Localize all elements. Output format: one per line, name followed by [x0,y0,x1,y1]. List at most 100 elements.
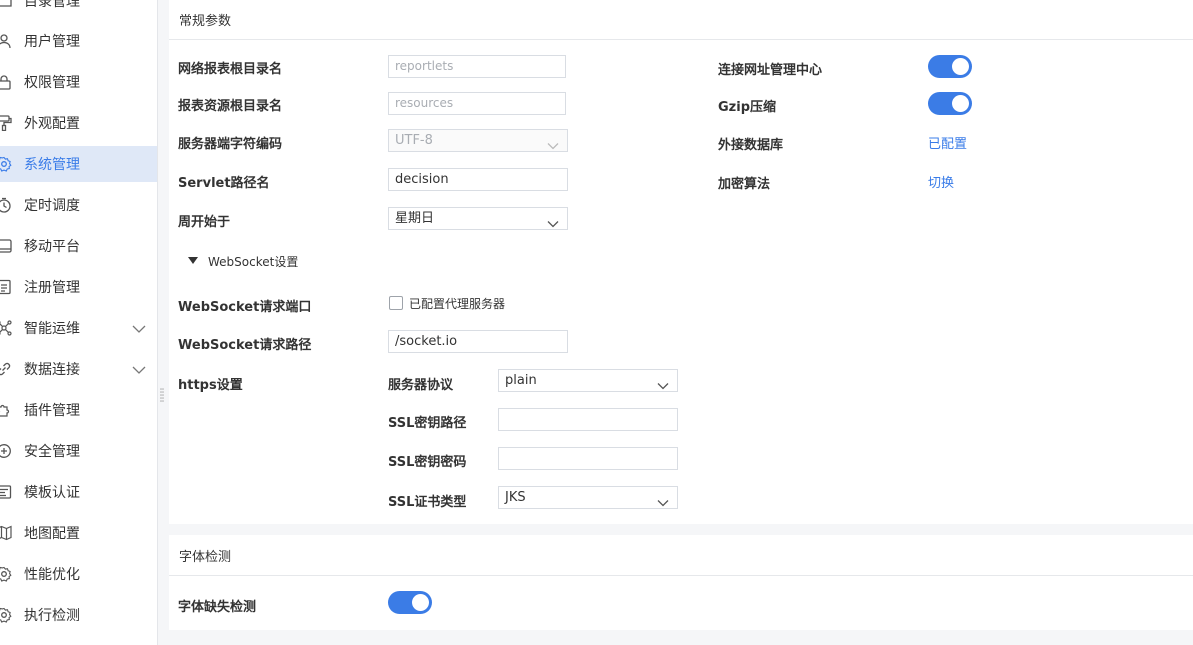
external-db-label: 外接数据库 [718,138,784,153]
divider [169,575,1193,576]
section-title: 字体检测 [179,550,232,565]
lock-icon [0,74,12,90]
servlet-input[interactable]: decision [388,168,568,191]
paint-roller-icon [0,115,12,131]
template-icon [0,484,12,500]
sidebar-item-label: 移动平台 [24,239,80,255]
map-icon [0,525,12,541]
sidebar-item-users[interactable]: 用户管理 [0,23,157,59]
ws-path-label: WebSocket请求路径 [178,338,312,353]
gzip-label: Gzip压缩 [718,100,776,115]
network-icon [0,320,12,336]
sidebar-item-label: 注册管理 [24,280,80,296]
resource-root-label: 报表资源根目录名 [178,99,283,114]
protocol-select[interactable]: plain [498,369,678,392]
sidebar-item-data-connection[interactable]: 数据连接 [0,351,157,387]
sidebar-item-template-auth[interactable]: 模板认证 [0,474,157,510]
clock-icon [0,197,12,213]
chevron-down-icon [657,493,669,507]
document-icon [0,279,12,295]
chevron-down-icon[interactable] [132,323,146,333]
chevron-down-icon [547,214,559,228]
sidebar-item-label: 系统管理 [24,157,80,173]
ssl-key-path-input[interactable] [498,408,678,431]
https-label: https设置 [178,378,243,393]
sidebar-item-label: 智能运维 [24,321,80,337]
folder-icon [0,0,12,9]
external-db-link[interactable]: 已配置 [928,133,967,152]
report-root-label: 网络报表根目录名 [178,62,283,77]
sidebar-item-label: 插件管理 [24,403,80,419]
sidebar-item-label: 权限管理 [24,75,80,91]
proxy-checkbox-label: 已配置代理服务器 [409,297,506,311]
gear-icon [0,156,12,172]
ssl-key-password-label: SSL密钥密码 [388,455,467,470]
connect-center-label: 连接网址管理中心 [718,63,823,78]
sidebar-item-directory[interactable]: 目录管理 [0,0,157,19]
caret-down-icon[interactable] [188,257,198,264]
encryption-label: 加密算法 [718,177,771,192]
ws-port-label: WebSocket请求端口 [178,300,312,315]
sidebar-item-label: 安全管理 [24,444,80,460]
protocol-label: 服务器协议 [388,378,454,393]
toggle-knob [952,95,969,112]
font-check-panel: 字体检测 字体缺失检测 [169,535,1193,630]
ws-path-input[interactable]: /socket.io [388,330,568,353]
report-root-input[interactable]: reportlets [388,55,566,78]
sidebar-item-ops[interactable]: 智能运维 [0,310,157,346]
sidebar-item-permissions[interactable]: 权限管理 [0,64,157,100]
sidebar-item-label: 目录管理 [24,0,80,10]
charset-select[interactable]: UTF-8 [388,129,568,152]
sidebar-item-label: 模板认证 [24,485,80,501]
link-icon [0,361,12,377]
resize-handle-icon[interactable] [160,388,164,402]
sidebar-item-execution-check[interactable]: 执行检测 [0,597,157,633]
charset-value: UTF-8 [395,133,433,148]
sidebar-item-system[interactable]: 系统管理 [0,146,157,182]
section-title: 常规参数 [179,14,232,29]
resource-root-input[interactable]: resources [388,92,566,115]
sidebar-item-performance[interactable]: 性能优化 [0,556,157,592]
sidebar-item-label: 外观配置 [24,116,80,132]
chevron-down-icon[interactable] [132,364,146,374]
protocol-value: plain [505,373,537,388]
encryption-switch-link[interactable]: 切换 [928,172,954,191]
week-start-value: 星期日 [395,211,435,226]
sidebar-item-plugins[interactable]: 插件管理 [0,392,157,428]
connect-center-toggle[interactable] [928,55,972,78]
font-missing-label: 字体缺失检测 [178,600,257,615]
proxy-checkbox[interactable] [389,296,403,310]
toggle-knob [952,58,969,75]
mobile-icon [0,238,12,254]
sidebar-item-security[interactable]: 安全管理 [0,433,157,469]
week-start-select[interactable]: 星期日 [388,207,568,230]
sidebar-item-label: 定时调度 [24,198,80,214]
ssl-key-password-input[interactable] [498,447,678,470]
font-missing-toggle[interactable] [388,591,432,614]
sidebar-item-appearance[interactable]: 外观配置 [0,105,157,141]
sidebar-item-label: 性能优化 [24,567,80,583]
toggle-knob [412,594,429,611]
sidebar-item-map[interactable]: 地图配置 [0,515,157,551]
websocket-section-toggle[interactable]: WebSocket设置 [208,253,298,270]
sidebar-item-label: 数据连接 [24,362,80,378]
chevron-down-icon [657,376,669,390]
sidebar-item-label: 地图配置 [24,526,80,542]
charset-label: 服务器端字符编码 [178,137,283,152]
ssl-cert-type-label: SSL证书类型 [388,495,467,510]
week-start-label: 周开始于 [178,215,231,230]
ssl-key-path-label: SSL密钥路径 [388,416,467,431]
servlet-label: Servlet路径名 [178,176,270,191]
gear-icon [0,607,12,623]
sidebar-item-registration[interactable]: 注册管理 [0,269,157,305]
divider [169,39,1193,40]
shield-icon [0,443,12,459]
ssl-cert-type-select[interactable]: JKS [498,486,678,509]
gzip-toggle[interactable] [928,92,972,115]
sidebar-item-mobile[interactable]: 移动平台 [0,228,157,264]
user-icon [0,33,12,49]
gear-icon [0,566,12,582]
chevron-down-icon [547,136,559,150]
sidebar: 目录管理 用户管理 权限管理 外观配置 系统管理 定时调度 移动平台 注册管理 … [0,0,158,645]
sidebar-item-schedule[interactable]: 定时调度 [0,187,157,223]
